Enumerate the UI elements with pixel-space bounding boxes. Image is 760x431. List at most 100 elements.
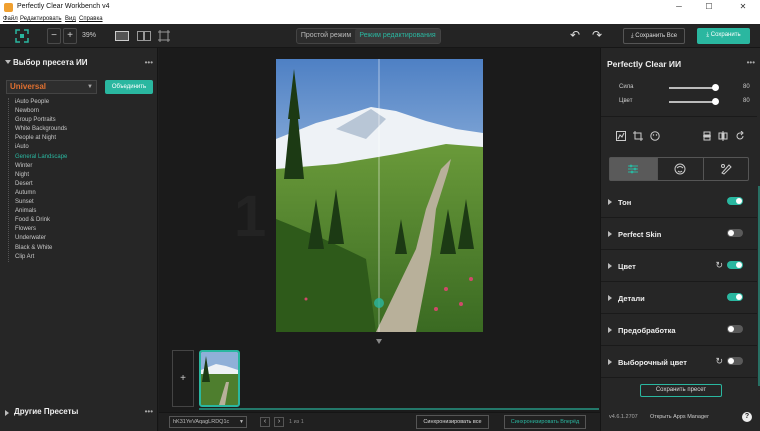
redo-button[interactable]: ↷ [592,28,602,42]
menu-help[interactable]: Справка [79,16,103,22]
sync-forward-button[interactable]: Синхронизировать Вперёд [504,415,586,429]
preset-item[interactable]: Autumn [9,189,148,198]
next-page-button[interactable]: › [274,417,284,427]
expand-arrow-icon[interactable] [608,263,612,269]
ai-panel-menu-icon[interactable]: ••• [747,58,755,67]
zoom-level: 39% [82,32,97,39]
section-2[interactable]: Цвет ↻ [601,251,757,282]
section-toggle[interactable] [727,229,743,237]
crop-fit-icon[interactable] [15,29,29,43]
preset-item[interactable]: iAuto People [9,98,148,107]
section-toggle[interactable] [727,357,743,365]
tab-adjust[interactable] [610,158,657,180]
color-slider-track[interactable] [669,101,716,103]
merge-button[interactable]: Объединить [105,80,153,94]
adjustment-sections: Тон Perfect Skin Цвет ↻ Детали Предобработка В… [601,187,757,381]
save-all-button[interactable]: ⤓ Сохранить Все [623,28,685,44]
version-text: v4.6.1.2707 [609,414,638,420]
face-icon[interactable] [650,131,660,141]
preset-item[interactable]: Night [9,171,148,180]
strength-slider-handle[interactable] [712,84,719,91]
side-by-side-icon[interactable] [137,31,151,41]
section-label: Детали [618,294,645,303]
preset-panel-menu-icon[interactable]: ••• [145,58,153,67]
zoom-out-button[interactable]: − [47,28,61,44]
preset-item[interactable]: White Backgrounds [9,125,148,134]
section-0[interactable]: Тон [601,187,757,218]
save-button[interactable]: ⤓ Сохранить [697,28,750,44]
flip-horizontal-icon[interactable] [718,131,728,141]
menu-view[interactable]: Вид [65,16,76,22]
section-toggle[interactable] [727,325,743,333]
expand-arrow-icon[interactable] [608,295,612,301]
rotate-icon[interactable] [735,131,745,141]
collapse-arrow-icon[interactable] [5,60,11,64]
sliders-icon [628,164,638,174]
preset-dropdown[interactable]: Universal ▼ [6,80,97,94]
add-image-button[interactable]: + [172,350,194,407]
maximize-button[interactable]: ☐ [702,1,716,13]
ai-panel-title: Perfectly Clear ИИ [607,59,682,69]
save-preset-button[interactable]: Сохранить пресет [640,384,722,397]
tab-simple-mode[interactable]: Простой режим [297,29,355,43]
preset-item[interactable]: iAuto [9,143,148,152]
image-dropdown[interactable]: hK31YeVAqagLRDQ1c ▼ [169,416,247,428]
section-3[interactable]: Детали [601,283,757,314]
preset-item[interactable]: Newborn [9,107,148,116]
zoom-in-button[interactable]: + [63,28,77,44]
reset-icon[interactable]: ↻ [715,356,723,367]
expand-arrow-icon[interactable] [608,359,612,365]
section-toggle[interactable] [727,293,743,301]
color-slider-handle[interactable] [712,98,719,105]
preset-item[interactable]: Winter [9,162,148,171]
expand-arrow-icon[interactable] [608,199,612,205]
menu-file[interactable]: Файл [3,16,18,22]
preset-item[interactable]: Sunset [9,198,148,207]
section-1[interactable]: Perfect Skin [601,219,757,250]
undo-button[interactable]: ↶ [570,28,580,42]
preview-image[interactable] [276,59,483,332]
preset-item[interactable]: Flowers [9,225,148,234]
preset-item[interactable]: Group Portraits [9,116,148,125]
section-4[interactable]: Предобработка [601,315,757,346]
flip-vertical-icon[interactable] [702,131,712,141]
chevron-down-icon: ▼ [87,84,93,90]
effects-brush-icon[interactable] [720,163,732,175]
section-label: Тон [618,198,632,207]
preset-item[interactable]: Underwater [9,234,148,243]
crop-icon[interactable] [633,131,643,141]
expand-arrow-icon[interactable] [608,231,612,237]
section-label: Цвет [618,262,636,271]
apps-manager-link[interactable]: Открыть Apps Manager [650,414,709,420]
preset-item[interactable]: Clip Art [9,253,148,262]
section-toggle[interactable] [727,197,743,205]
preset-item[interactable]: Food & Drink [9,216,148,225]
histogram-icon[interactable] [616,131,626,141]
sync-all-button[interactable]: Синхронизировать все [416,415,489,429]
menu-edit[interactable]: Редактировать [20,16,61,22]
preset-item[interactable]: Animals [9,207,148,216]
compare-slider-handle [374,298,384,308]
strength-slider-track[interactable] [669,87,716,89]
prev-page-button[interactable]: ‹ [260,417,270,427]
help-icon[interactable]: ? [742,412,752,422]
preset-item[interactable]: Black & White [9,244,148,253]
single-view-icon[interactable] [115,31,129,41]
section-toggle[interactable] [727,261,743,269]
minimize-button[interactable]: ─ [672,1,686,13]
thumbnail[interactable] [199,350,240,407]
split-view-icon[interactable] [158,30,170,42]
close-button[interactable]: ✕ [736,1,750,13]
preset-item[interactable]: Desert [9,180,148,189]
section-5[interactable]: Выборочный цвет ↻ [601,347,757,378]
tab-edit-mode[interactable]: Режим редактирования [355,29,440,43]
filmstrip-scrollbar[interactable] [199,408,599,410]
reset-icon[interactable]: ↻ [715,260,723,271]
other-presets-header[interactable]: Другие Пресеты [14,407,78,416]
preset-item[interactable]: People at Night [9,134,148,143]
preset-item[interactable]: General Landscape [9,153,148,162]
face-retouch-icon[interactable] [674,163,686,175]
expand-arrow-icon[interactable] [608,327,612,333]
other-presets-menu-icon[interactable]: ••• [145,407,153,416]
expand-arrow-icon[interactable] [5,410,9,416]
